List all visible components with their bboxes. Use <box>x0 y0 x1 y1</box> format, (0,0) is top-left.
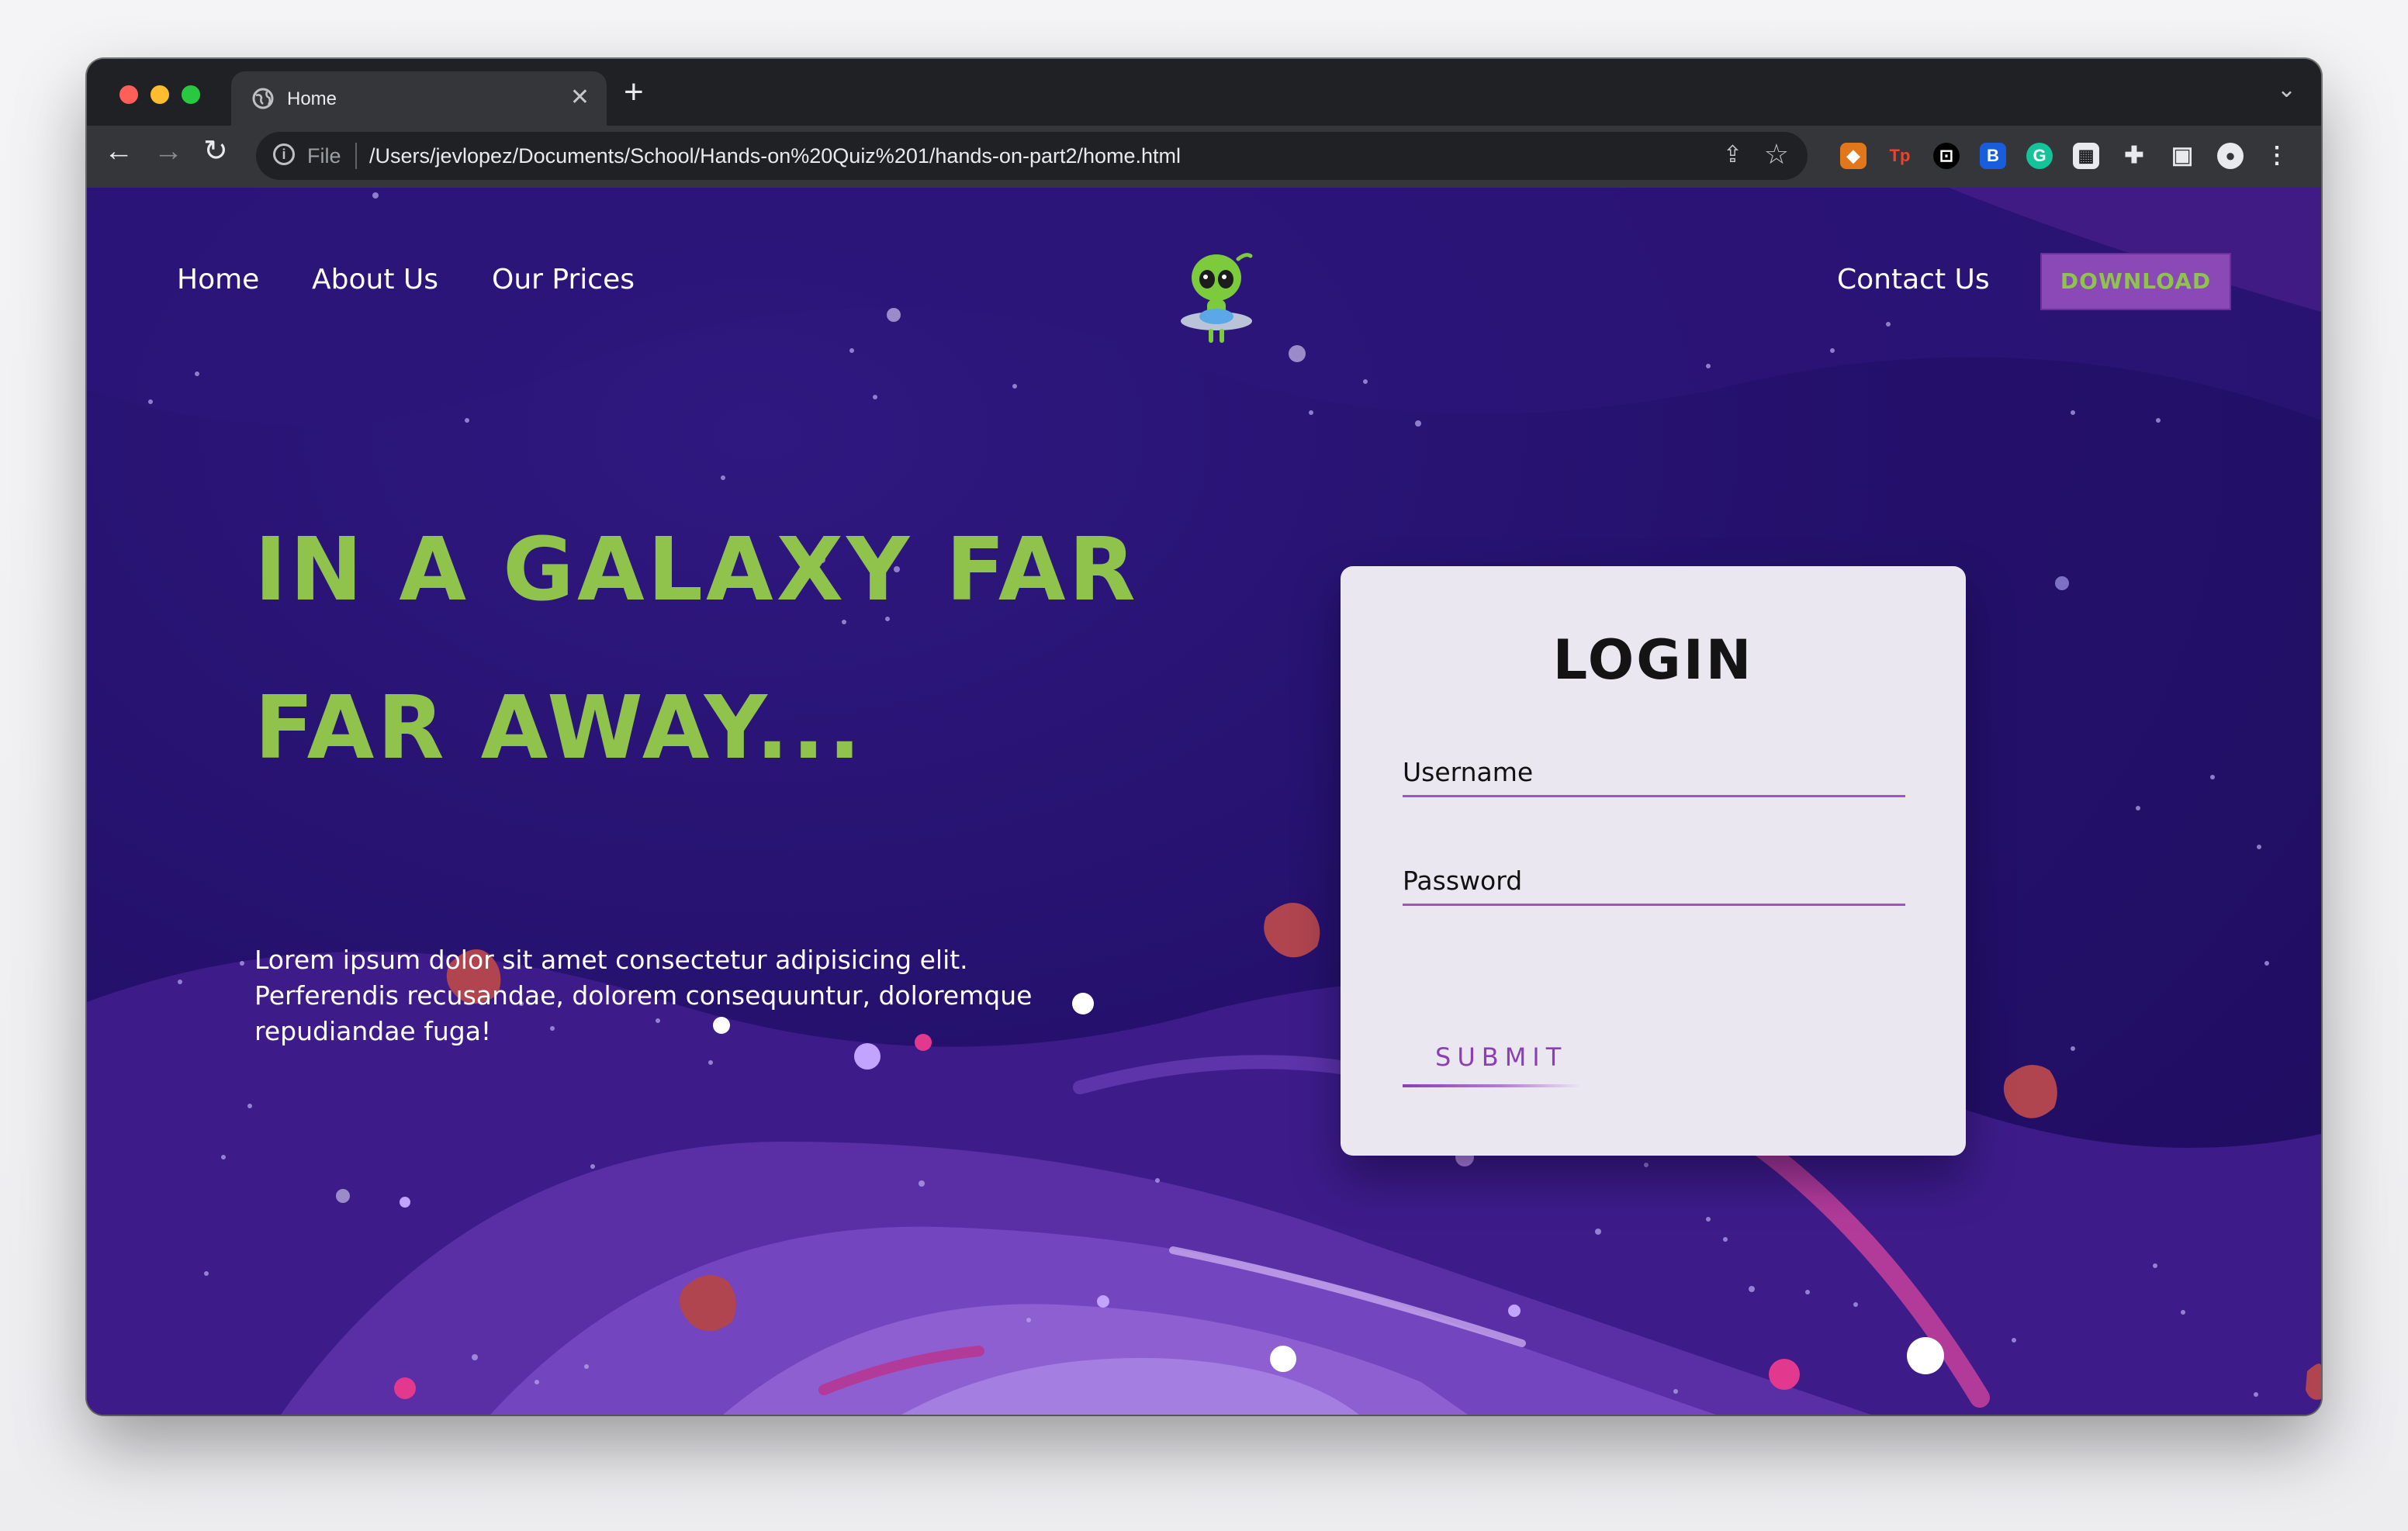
puzzle-icon[interactable]: ✚ <box>2121 143 2147 169</box>
password-input[interactable] <box>1403 858 1905 903</box>
password-field[interactable] <box>1403 858 1905 906</box>
username-input[interactable] <box>1403 749 1905 794</box>
bookmark-star-icon[interactable]: ☆ <box>1764 138 1789 171</box>
browser-toolbar: ← → ↻ i File /Users/jevlopez/Documents/S… <box>87 126 2321 188</box>
sidepanel-icon[interactable]: ▣ <box>2169 143 2195 169</box>
qr-icon[interactable]: ▦ <box>2073 143 2099 169</box>
globe-icon <box>252 88 274 109</box>
close-tab-icon[interactable]: ✕ <box>570 84 590 111</box>
scheme-label: File <box>307 144 341 168</box>
bitwarden-icon[interactable]: B <box>1980 143 2006 169</box>
url-text[interactable]: /Users/jevlopez/Documents/School/Hands-o… <box>369 144 1181 168</box>
minimize-window-button[interactable] <box>150 85 169 104</box>
alien-ufo-logo[interactable] <box>1179 250 1257 351</box>
profile-icon[interactable]: ● <box>2217 143 2244 169</box>
maximize-window-button[interactable] <box>182 85 200 104</box>
share-icon[interactable]: ⇪ <box>1723 141 1742 168</box>
hero-line-2: FAR AWAY... <box>254 678 864 779</box>
info-icon[interactable]: i <box>273 143 295 165</box>
submit-underline <box>1403 1084 1581 1087</box>
tp-icon[interactable]: Tp <box>1887 143 1913 169</box>
new-tab-button[interactable]: + <box>624 73 644 112</box>
metamask-icon[interactable]: ◆ <box>1840 143 1867 169</box>
address-bar[interactable]: i File /Users/jevlopez/Documents/School/… <box>256 132 1808 180</box>
galaxy-background <box>87 188 2321 1415</box>
reload-icon[interactable]: ↻ <box>203 133 228 168</box>
nav-prices-link[interactable]: Our Prices <box>492 264 635 295</box>
back-arrow-icon[interactable]: ← <box>104 135 133 168</box>
browser-window: Home ✕ + ⌄ ← → ↻ i File /Users/jevlopez/… <box>87 59 2321 1415</box>
submit-label: SUBMIT <box>1435 1042 1568 1072</box>
hero-paragraph: Lorem ipsum dolor sit amet consectetur a… <box>254 945 1033 1046</box>
tab-strip: Home ✕ + ⌄ <box>87 59 2321 126</box>
page-viewport: Home About Us Our Prices Contact Us DOWN… <box>87 188 2321 1415</box>
grammarly-icon[interactable]: G <box>2026 143 2053 169</box>
divider <box>355 143 357 169</box>
forward-arrow-icon[interactable]: → <box>154 135 183 168</box>
download-button[interactable]: DOWNLOAD <box>2040 253 2231 310</box>
login-title: LOGIN <box>1552 628 1754 692</box>
tab-home[interactable]: Home ✕ <box>231 71 607 126</box>
tab-title: Home <box>287 88 337 109</box>
nav-contact-link[interactable]: Contact Us <box>1837 264 1990 295</box>
more-menu-icon[interactable]: ⋮ <box>2264 143 2290 169</box>
nav-home-link[interactable]: Home <box>177 264 259 295</box>
nav-about-link[interactable]: About Us <box>312 264 438 295</box>
submit-button[interactable]: SUBMIT <box>1403 1035 1581 1087</box>
close-window-button[interactable] <box>119 85 138 104</box>
hero-line-1: IN A GALAXY FAR <box>254 520 1139 620</box>
login-card: LOGIN SUBMIT <box>1341 566 1966 1156</box>
username-field[interactable] <box>1403 749 1905 797</box>
lock-icon[interactable]: ⊡ <box>1933 143 1960 169</box>
chevron-down-icon[interactable]: ⌄ <box>2277 76 2296 103</box>
